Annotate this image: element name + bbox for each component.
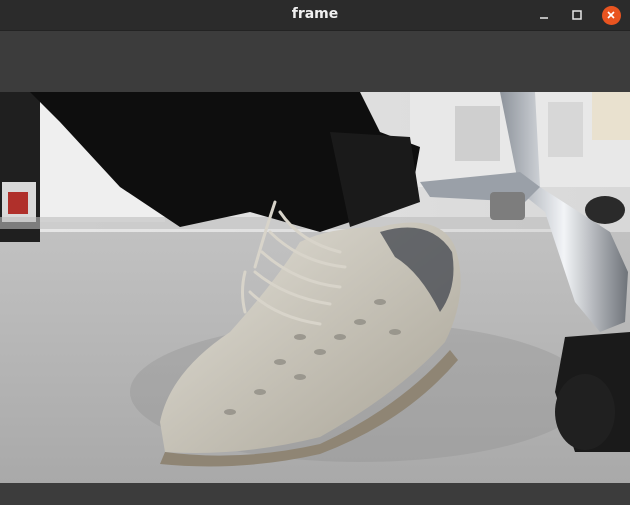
maximize-icon [572, 10, 582, 20]
minimize-icon [540, 17, 548, 19]
close-button[interactable] [600, 4, 622, 26]
app-window: frame [0, 0, 630, 505]
maximize-button[interactable] [566, 4, 588, 26]
camera-frame-image [0, 92, 630, 483]
title-bar[interactable]: frame [0, 0, 630, 31]
close-icon [601, 5, 621, 25]
window-content [0, 31, 630, 505]
minimize-button[interactable] [533, 4, 555, 26]
